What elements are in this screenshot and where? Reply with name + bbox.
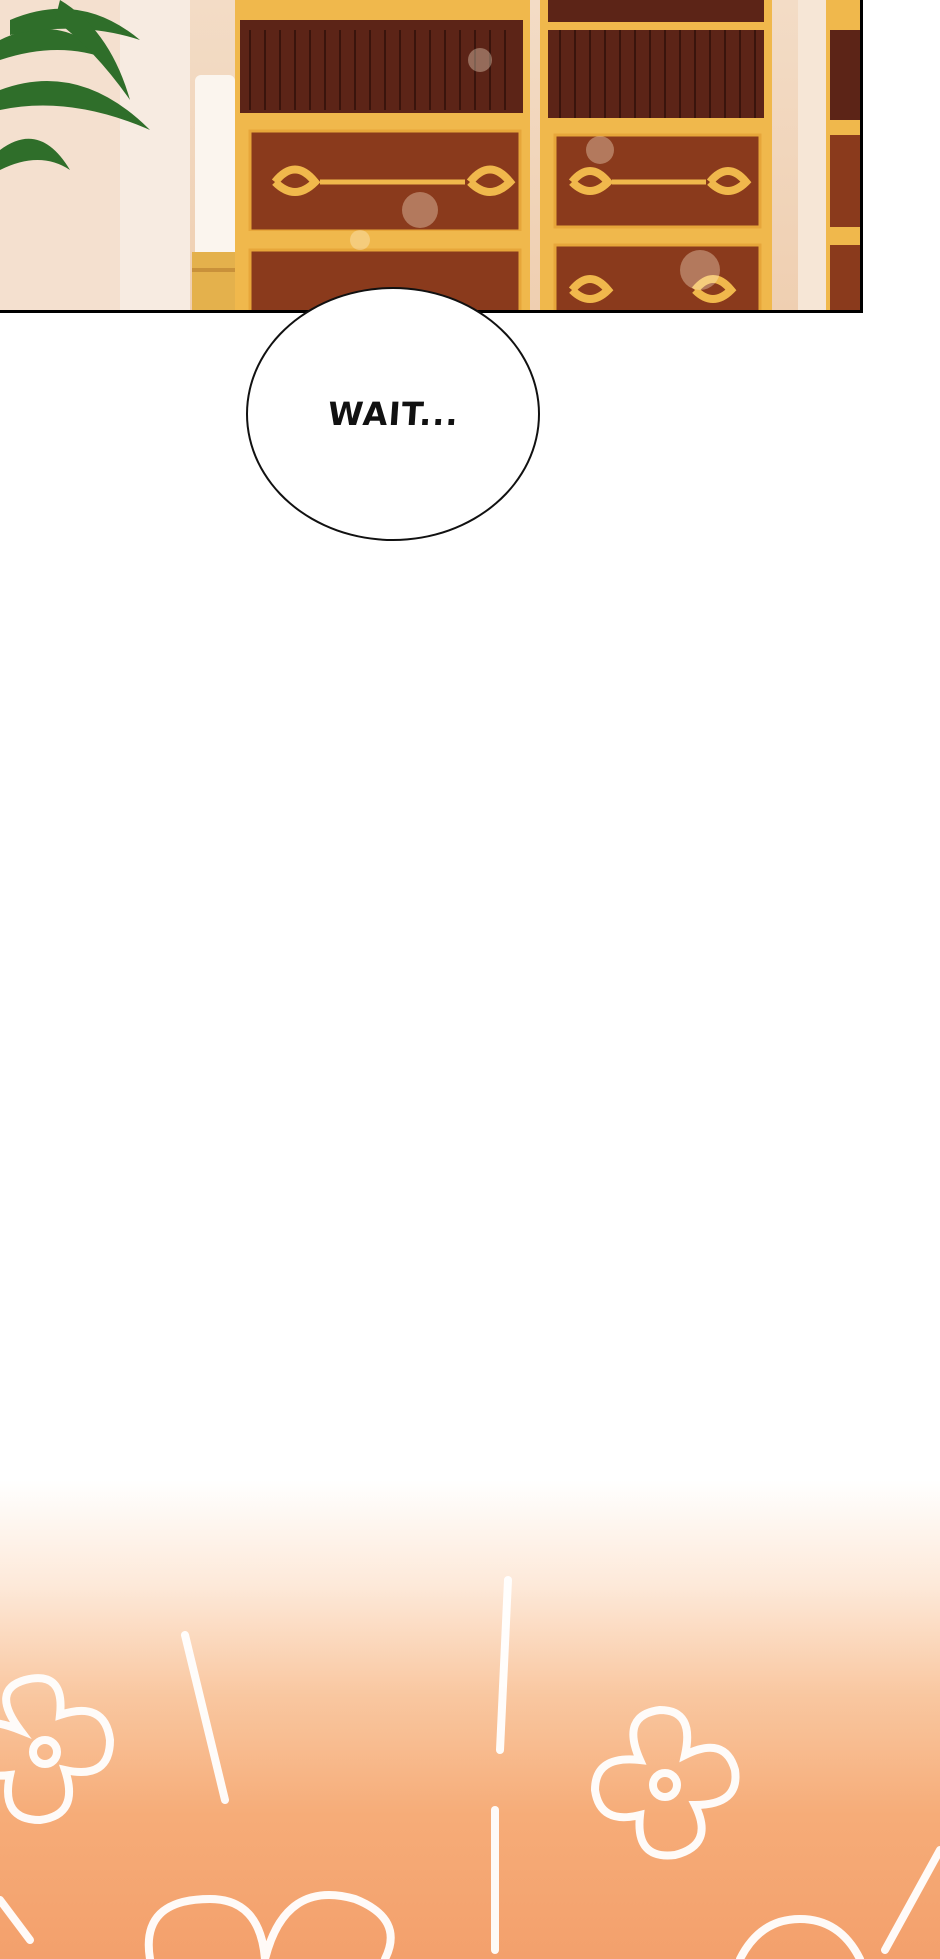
speech-bubble-text: WAIT... <box>326 395 460 433</box>
sparkle-doodles <box>0 1576 940 1959</box>
library-panel <box>0 0 863 313</box>
bookshelf-left <box>235 0 530 310</box>
sparkle-glow-effect <box>0 1480 940 1959</box>
bookshelf-right <box>798 0 860 310</box>
bookshelf-middle <box>540 0 772 310</box>
library-bookshelves-illustration <box>0 0 860 310</box>
speech-bubble: WAIT... <box>246 287 540 541</box>
